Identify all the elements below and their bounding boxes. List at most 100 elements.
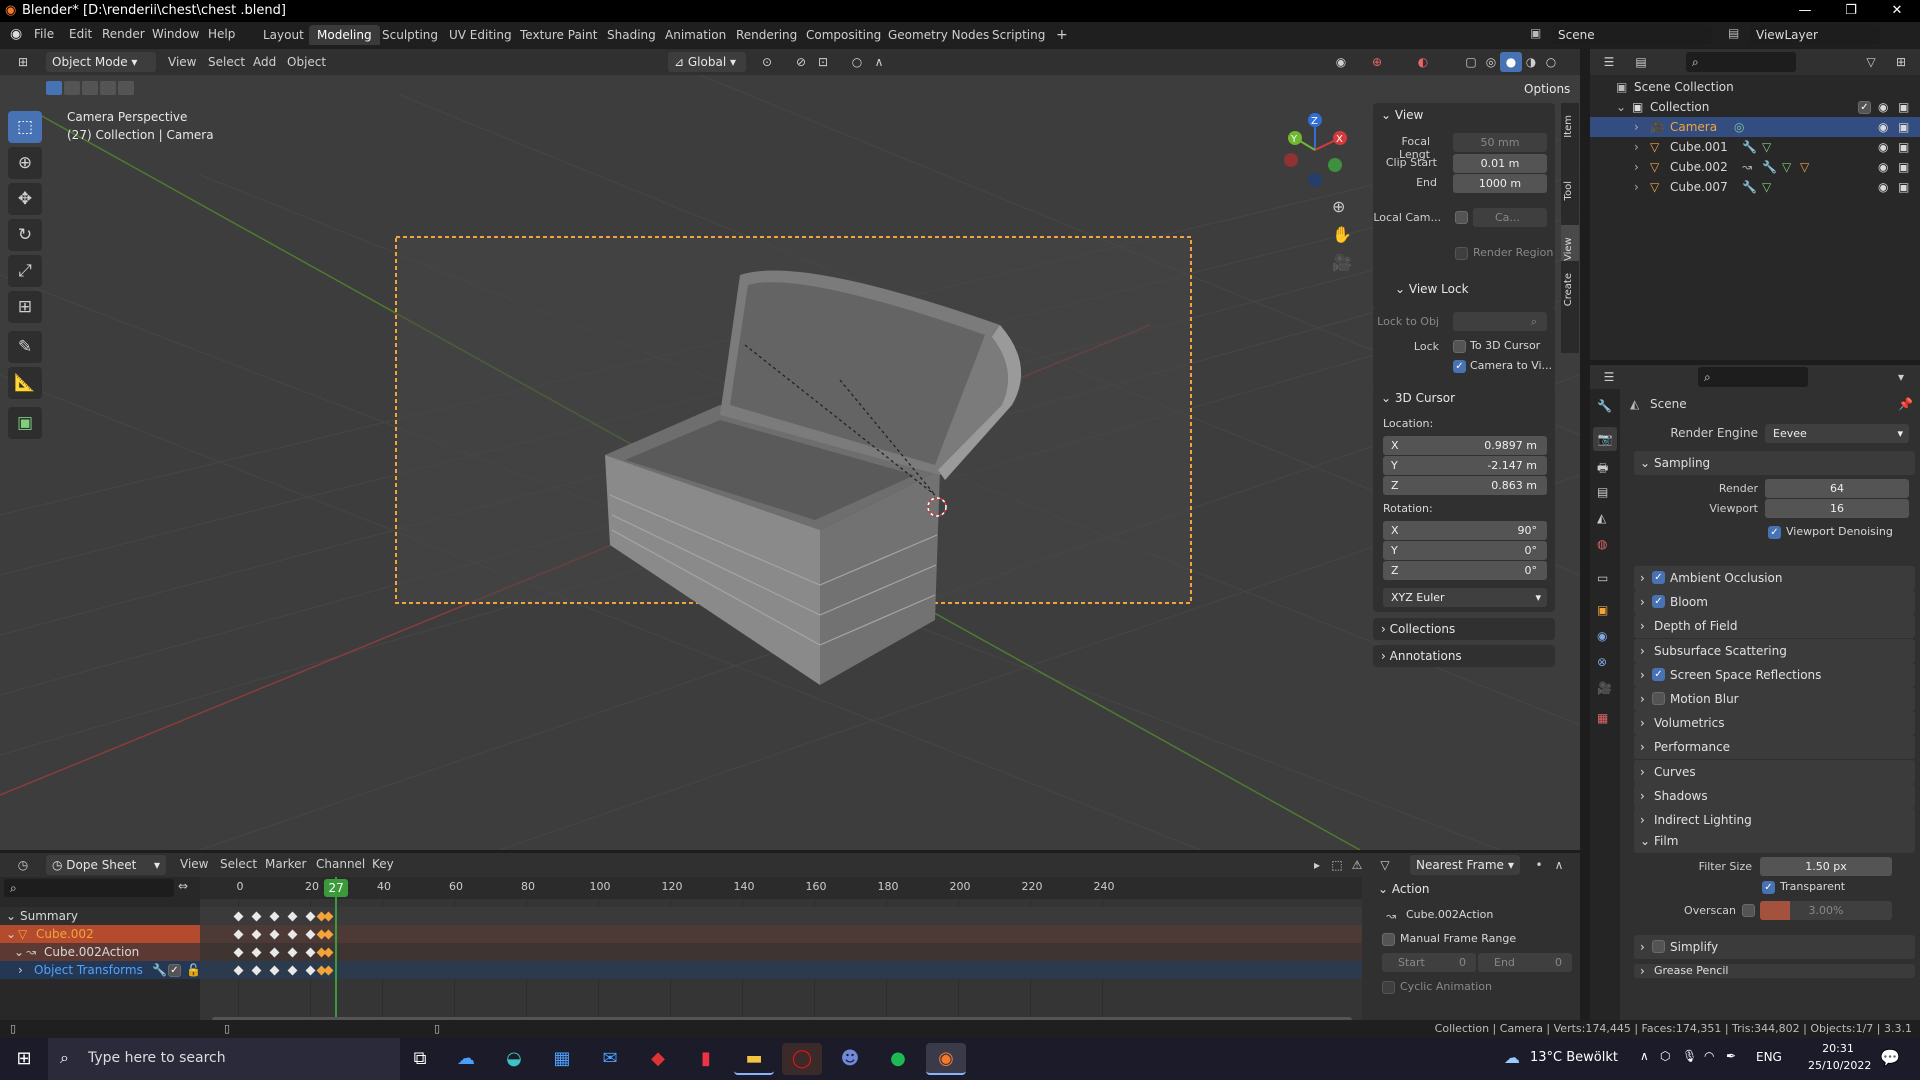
vp-menu-select[interactable]: Select — [208, 54, 245, 71]
only-errors-icon[interactable]: ⚠ — [1346, 855, 1368, 875]
overscan-checkbox[interactable] — [1742, 904, 1755, 917]
render-engine-dropdown[interactable]: Eevee ▾ — [1765, 424, 1909, 443]
channel-action[interactable]: ⌄ ↝ Cube.002Action — [0, 943, 200, 961]
shading-solid-icon[interactable]: ● — [1500, 52, 1522, 72]
clip-end-field[interactable]: 1000 m — [1453, 174, 1547, 193]
menu-edit[interactable]: Edit — [69, 26, 92, 43]
action-panel-header[interactable]: ⌄ Action — [1378, 877, 1429, 901]
viewport-samples-field[interactable]: 16 — [1765, 499, 1909, 518]
tab-layout[interactable]: Layout — [255, 25, 312, 45]
ds-menu-channel[interactable]: Channel — [316, 856, 365, 873]
expand-arrow-icon[interactable]: › — [1640, 639, 1645, 663]
section-motion-blur[interactable]: › Motion Blur — [1634, 687, 1915, 711]
lock-to-object-field[interactable]: ⌕ — [1453, 312, 1547, 331]
constraints-tab-icon[interactable]: ⊗ — [1597, 655, 1607, 669]
clock-date[interactable]: 25/10/2022 — [1808, 1059, 1871, 1072]
scale-tool-icon[interactable]: ⤢ — [8, 255, 42, 287]
properties-options-icon[interactable]: ▾ — [1890, 367, 1912, 387]
select-new-icon[interactable] — [46, 81, 62, 95]
camera-render-icon[interactable]: ▣ — [1898, 117, 1909, 137]
ds-menu-select[interactable]: Select — [220, 856, 257, 873]
section-checkbox[interactable]: ✓ — [1652, 571, 1665, 584]
section-subsurface-scattering[interactable]: › Subsurface Scattering — [1634, 638, 1915, 663]
tab-geometry-nodes[interactable]: Geometry Nodes — [880, 25, 997, 45]
cursor-loc-y-field[interactable]: Y -2.147 m — [1383, 456, 1547, 475]
select-subtract-icon[interactable] — [82, 81, 98, 95]
collection-visibility-icon[interactable]: ◉ — [1878, 97, 1888, 117]
simplify-checkbox[interactable] — [1652, 940, 1665, 953]
tab-compositing[interactable]: Compositing — [798, 25, 889, 45]
pen-icon[interactable]: ✒ — [1726, 1049, 1736, 1063]
section-checkbox[interactable]: ✓ — [1652, 667, 1665, 681]
rotate-tool-icon[interactable]: ↻ — [8, 219, 42, 251]
display-mode-icon[interactable]: ▤ — [1630, 52, 1652, 72]
select-box-tool-icon[interactable]: ⬚ — [8, 111, 42, 143]
channel-summary[interactable]: ⌄ Summary — [0, 907, 200, 925]
output-tab-icon[interactable]: 🖶 — [1597, 459, 1608, 480]
view-panel-header[interactable]: ⌄ View — [1381, 103, 1423, 127]
texture-tab-icon[interactable]: ▦ — [1597, 711, 1608, 725]
blender-menu-icon[interactable]: ◉ — [10, 26, 22, 42]
snap-target-icon[interactable]: ⊡ — [812, 52, 834, 72]
tray-icon-a[interactable]: ⬡ — [1660, 1049, 1670, 1063]
to-3d-cursor-checkbox[interactable] — [1453, 340, 1466, 353]
playhead[interactable] — [335, 877, 338, 1027]
outliner-editor-icon[interactable]: ☰ — [1598, 52, 1620, 72]
cube007-visibility-icon[interactable]: ◉ — [1878, 177, 1888, 197]
annotate-tool-icon[interactable]: ✎ — [8, 331, 42, 363]
windows-start-icon[interactable]: ⊞ — [4, 1043, 44, 1075]
cube002-visibility-icon[interactable]: ◉ — [1878, 157, 1888, 177]
grease-pencil-section[interactable]: › Grease Pencil — [1634, 964, 1915, 978]
expand-arrow-icon[interactable]: › — [1640, 784, 1645, 808]
properties-editor-icon[interactable]: ☰ — [1598, 367, 1620, 387]
action-name[interactable]: Cube.002Action — [1406, 908, 1493, 921]
simplify-section[interactable]: › Simplify — [1634, 935, 1915, 959]
outliner-row-collection[interactable]: ⌄ ▣ Collection ✓ ◉ ▣ — [1590, 97, 1920, 117]
tab-view[interactable]: View — [1561, 225, 1579, 261]
ds-menu-marker[interactable]: Marker — [265, 856, 306, 873]
office-icon[interactable]: ▮ — [686, 1043, 726, 1075]
expand-arrow-icon[interactable]: › — [1634, 137, 1639, 157]
wrench-icon[interactable]: 🔧 — [152, 961, 167, 979]
expand-arrow-icon[interactable]: › — [1634, 177, 1639, 197]
world-tab-icon[interactable]: ◍ — [1597, 537, 1607, 551]
film-section[interactable]: ⌄ Film — [1634, 829, 1915, 853]
file-explorer-icon[interactable]: ▬ — [734, 1043, 774, 1075]
render-samples-field[interactable]: 64 — [1765, 479, 1909, 498]
lock-icon[interactable]: 🔓 — [186, 961, 201, 979]
tab-item[interactable]: Item — [1563, 115, 1574, 138]
filter-icon[interactable]: ▽ — [1860, 52, 1882, 72]
expand-arrow-icon[interactable]: › — [1634, 157, 1639, 177]
xray-icon[interactable]: ▢ — [1460, 52, 1482, 72]
snap-icon[interactable]: ⊘ — [790, 52, 812, 72]
navigation-gizmo[interactable]: Z X Y — [1275, 110, 1355, 190]
local-camera-field[interactable]: Ca... — [1473, 208, 1547, 227]
properties-search-input[interactable]: ⌕ — [1698, 367, 1808, 387]
snap-dropdown[interactable]: Nearest Frame ▾ — [1410, 855, 1520, 875]
tab-scripting[interactable]: Scripting — [984, 25, 1053, 45]
cube007-render-icon[interactable]: ▣ — [1898, 177, 1909, 197]
expand-arrow-icon[interactable]: › — [1640, 711, 1645, 735]
cursor-panel-header[interactable]: ⌄ 3D Cursor — [1381, 386, 1455, 410]
camera-data-tab-icon[interactable]: 🎥 — [1597, 681, 1612, 695]
scene-tab-icon[interactable]: ◭ — [1597, 511, 1606, 525]
tab-texture-paint[interactable]: Texture Paint — [512, 25, 605, 45]
menu-help[interactable]: Help — [208, 26, 235, 43]
collection-exclude-checkbox[interactable]: ✓ — [1858, 101, 1871, 114]
tab-sculpting[interactable]: Sculpting — [374, 25, 446, 45]
select-intersect-icon[interactable] — [118, 81, 134, 95]
tab-tool[interactable]: Tool — [1563, 181, 1574, 200]
annotations-panel[interactable]: › Annotations — [1373, 645, 1555, 667]
dopesheet-editor-icon[interactable]: ◷ — [12, 855, 34, 875]
viewport-denoising-checkbox[interactable]: ✓ — [1768, 526, 1781, 539]
language-indicator[interactable]: ENG — [1756, 1050, 1782, 1064]
sampling-section[interactable]: ⌄ Sampling — [1634, 451, 1915, 475]
notifications-icon[interactable]: 💬 — [1880, 1048, 1900, 1067]
cyclic-checkbox[interactable] — [1382, 981, 1395, 994]
tray-chevron-icon[interactable]: ∧ — [1640, 1049, 1649, 1063]
tab-create[interactable]: Create — [1563, 273, 1574, 306]
focal-length-field[interactable]: 50 mm — [1453, 133, 1547, 152]
cube001-visibility-icon[interactable]: ◉ — [1878, 137, 1888, 157]
start-frame-field[interactable]: Start 0 — [1382, 953, 1476, 972]
local-camera-checkbox[interactable] — [1455, 211, 1468, 224]
